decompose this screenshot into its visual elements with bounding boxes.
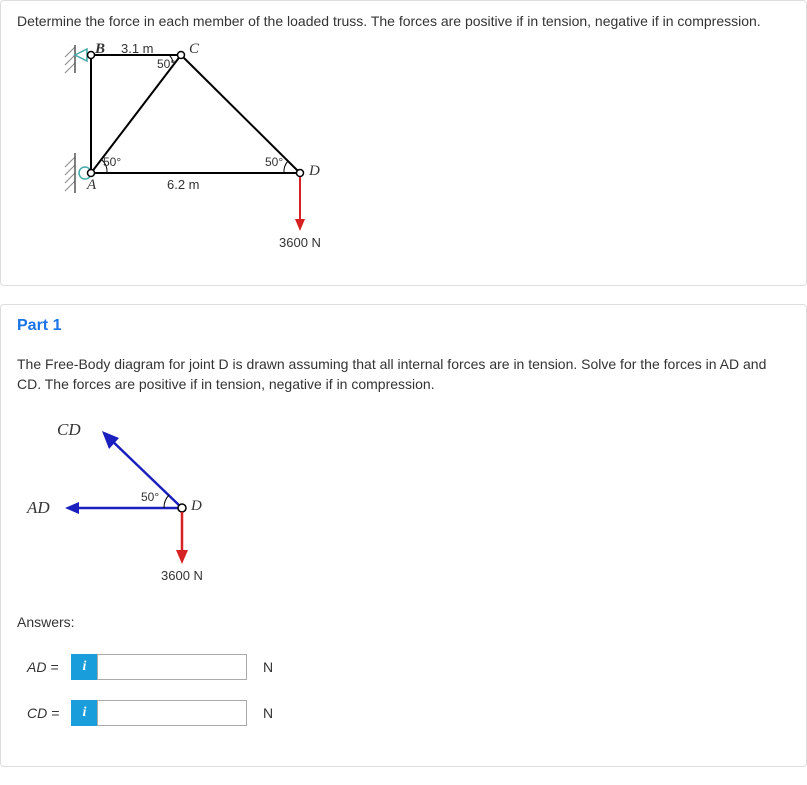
label-A: A <box>87 177 96 194</box>
dim-BC: 3.1 m <box>121 41 154 56</box>
answer-label-AD: AD = <box>27 659 71 675</box>
part1-title: Part 1 <box>17 317 790 335</box>
part1-text: The Free-Body diagram for joint D is dra… <box>17 355 790 394</box>
load-value: 3600 N <box>279 235 321 250</box>
fbd-svg <box>27 414 267 594</box>
answers-label: Answers: <box>17 614 790 630</box>
part1-card: Part 1 The Free-Body diagram for joint D… <box>0 304 807 767</box>
question-text: Determine the force in each member of th… <box>17 13 790 29</box>
unit-AD: N <box>263 659 273 675</box>
fbd-diagram: CD AD D 50° 3600 N <box>27 414 267 594</box>
answer-row-AD: AD = i N <box>27 654 790 680</box>
question-card: Determine the force in each member of th… <box>0 0 807 286</box>
fbd-AD: AD <box>27 498 50 518</box>
fbd-D: D <box>191 498 202 515</box>
input-AD[interactable] <box>97 654 247 680</box>
unit-CD: N <box>263 705 273 721</box>
info-icon[interactable]: i <box>71 700 97 726</box>
angle-A: 50° <box>103 155 121 169</box>
angle-C: 50° <box>157 57 175 71</box>
info-icon[interactable]: i <box>71 654 97 680</box>
truss-diagram: B C A D 3.1 m 50° 50° 50° 6.2 m 3600 N <box>47 45 367 265</box>
fbd-CD: CD <box>57 420 81 440</box>
fbd-angle: 50° <box>141 490 159 504</box>
fbd-load: 3600 N <box>161 568 203 583</box>
dim-AD: 6.2 m <box>167 177 200 192</box>
label-D: D <box>309 163 320 180</box>
answer-row-CD: CD = i N <box>27 700 790 726</box>
label-C: C <box>189 41 199 58</box>
answer-label-CD: CD = <box>27 705 71 721</box>
truss-svg <box>47 45 367 265</box>
input-CD[interactable] <box>97 700 247 726</box>
angle-D: 50° <box>265 155 283 169</box>
label-B: B <box>95 41 105 58</box>
